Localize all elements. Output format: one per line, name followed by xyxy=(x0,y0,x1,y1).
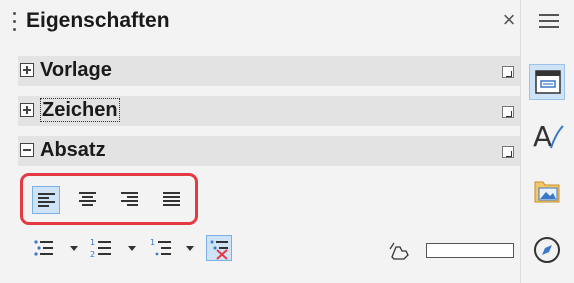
svg-text:1: 1 xyxy=(150,238,155,247)
more-options-icon[interactable] xyxy=(502,66,514,78)
align-center-icon xyxy=(79,192,96,206)
section-label: Absatz xyxy=(40,139,106,161)
ordered-list-icon: 1 2 xyxy=(90,238,111,259)
list-toolbar: 1 2 1 xyxy=(30,233,534,265)
chevron-down-icon[interactable] xyxy=(128,246,136,251)
svg-text:A: A xyxy=(533,120,552,153)
no-list-button[interactable] xyxy=(206,235,232,261)
expand-icon[interactable] xyxy=(20,103,34,117)
more-options-icon[interactable] xyxy=(502,106,514,118)
panel-titlebar: Eigenschaften × xyxy=(0,0,520,42)
highlighter-icon xyxy=(389,242,409,260)
ordered-list-button[interactable]: 1 2 xyxy=(88,235,114,261)
close-icon[interactable]: × xyxy=(497,8,521,32)
no-list-icon xyxy=(210,240,228,260)
highlight-color-picker[interactable] xyxy=(386,241,514,261)
align-justify-button[interactable] xyxy=(158,186,186,214)
grip-icon[interactable] xyxy=(13,12,17,32)
hamburger-menu-icon[interactable] xyxy=(537,10,561,32)
more-options-icon[interactable] xyxy=(502,146,514,158)
unordered-list-icon xyxy=(34,240,53,256)
align-left-button[interactable] xyxy=(32,186,60,214)
chevron-down-icon[interactable] xyxy=(186,246,194,251)
unordered-list-button[interactable] xyxy=(30,235,56,261)
section-label: Zeichen xyxy=(40,98,120,122)
deck-properties-button[interactable] xyxy=(529,64,565,100)
gallery-icon xyxy=(534,181,560,203)
navigator-icon xyxy=(534,237,560,263)
properties-icon xyxy=(535,70,561,94)
align-left-icon xyxy=(38,193,55,207)
deck-styles-button[interactable]: A xyxy=(529,118,565,154)
section-zeichen[interactable]: Zeichen xyxy=(18,96,520,126)
align-right-icon xyxy=(121,192,138,206)
outline-list-button[interactable]: 1 xyxy=(148,235,174,261)
align-center-button[interactable] xyxy=(74,186,102,214)
section-label: Vorlage xyxy=(40,59,112,81)
expand-icon[interactable] xyxy=(20,63,34,77)
svg-text:1: 1 xyxy=(90,238,95,247)
panel-title: Eigenschaften xyxy=(26,9,170,32)
alignment-group xyxy=(20,173,198,225)
color-swatch xyxy=(426,243,514,258)
collapse-icon[interactable] xyxy=(20,143,34,157)
sidebar-properties-panel: Eigenschaften × Vorlage Zeichen Absatz 1… xyxy=(0,0,534,283)
chevron-down-icon[interactable] xyxy=(70,246,78,251)
svg-text:2: 2 xyxy=(90,250,95,259)
styles-icon: A xyxy=(533,120,564,153)
outline-list-icon: 1 xyxy=(150,238,171,256)
align-justify-icon xyxy=(163,192,180,206)
section-absatz[interactable]: Absatz xyxy=(18,136,520,166)
deck-navigator-button[interactable] xyxy=(529,232,565,268)
section-vorlage[interactable]: Vorlage xyxy=(18,56,520,86)
deck-gallery-button[interactable] xyxy=(529,172,565,208)
align-right-button[interactable] xyxy=(116,186,144,214)
